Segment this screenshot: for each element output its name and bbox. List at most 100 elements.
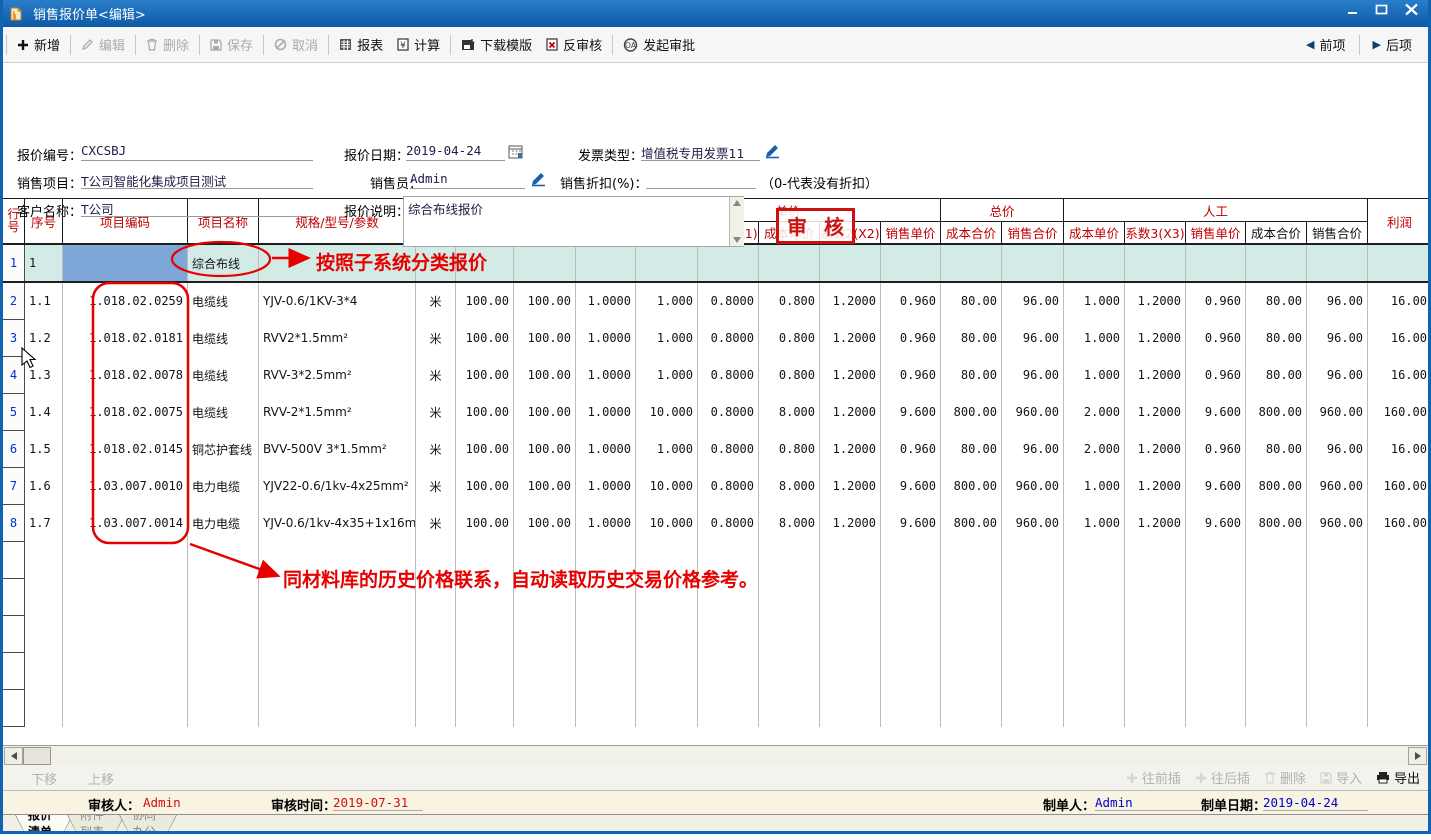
row-number-cell[interactable] [3, 579, 25, 616]
grid-cell[interactable]: 1.2000 [820, 394, 881, 431]
grid-cell[interactable] [456, 653, 514, 690]
grid-cell[interactable] [63, 579, 188, 616]
grid-cell[interactable]: 电力电缆 [188, 505, 259, 542]
scroll-right-button[interactable] [1408, 747, 1427, 765]
grid-cell[interactable]: 100.00 [456, 505, 514, 542]
close-button[interactable] [1404, 3, 1419, 16]
grid-cell[interactable] [416, 690, 456, 727]
grid-cell[interactable] [1368, 579, 1431, 616]
grid-cell[interactable]: RVV-3*2.5mm² [259, 357, 416, 394]
grid-cell[interactable]: 16.00 [1368, 320, 1431, 357]
grid-cell[interactable] [1002, 244, 1064, 282]
grid-cell[interactable] [1125, 579, 1186, 616]
grid-cell[interactable]: 1.2000 [1125, 394, 1186, 431]
grid-cell[interactable]: 0.8000 [698, 431, 759, 468]
grid-cell[interactable]: 1.000 [1064, 282, 1125, 320]
row-number-cell[interactable]: 6 [3, 431, 25, 468]
grid-cell[interactable]: 1.018.02.0145 [63, 431, 188, 468]
grid-cell[interactable] [1246, 690, 1307, 727]
tab-inactive[interactable]: 协同办公 [119, 815, 177, 832]
grid-cell[interactable]: 10.000 [636, 468, 698, 505]
grid-cell[interactable]: 800.00 [1246, 468, 1307, 505]
grid-cell[interactable] [25, 579, 63, 616]
grid-cell[interactable] [416, 653, 456, 690]
grid-cell[interactable] [1368, 690, 1431, 727]
salesman-field[interactable]: Admin [410, 171, 525, 189]
grid-cell[interactable] [1002, 690, 1064, 727]
grid-cell[interactable] [759, 579, 820, 616]
grid-cell[interactable]: 960.00 [1002, 505, 1064, 542]
grid-cell[interactable]: 0.800 [759, 357, 820, 394]
grid-cell[interactable] [881, 244, 941, 282]
grid-cell[interactable]: 1.018.02.0078 [63, 357, 188, 394]
grid-cell[interactable] [820, 244, 881, 282]
grid-cell[interactable]: 米 [416, 282, 456, 320]
grid-cell[interactable] [698, 579, 759, 616]
grid-cell[interactable]: 8.000 [759, 468, 820, 505]
grid-cell[interactable] [820, 542, 881, 579]
grid-cell[interactable] [1002, 616, 1064, 653]
grid-cell[interactable]: 9.600 [881, 468, 941, 505]
customer-field[interactable]: T公司 [81, 199, 313, 217]
grid-cell[interactable]: RVV-2*1.5mm² [259, 394, 416, 431]
grid-cell[interactable]: 100.00 [514, 357, 576, 394]
grid-cell[interactable]: 1.2000 [1125, 431, 1186, 468]
sales-project-field[interactable]: T公司智能化集成项目测试 [81, 171, 313, 189]
grid-cell[interactable] [456, 616, 514, 653]
grid-cell[interactable]: 1.2000 [820, 468, 881, 505]
grid-cell[interactable]: 96.00 [1307, 357, 1368, 394]
grid-cell[interactable] [1186, 653, 1246, 690]
grid-cell[interactable] [259, 542, 416, 579]
grid-cell[interactable]: 96.00 [1002, 320, 1064, 357]
grid-cell[interactable]: YJV-0.6/1KV-3*4 [259, 282, 416, 320]
grid-cell[interactable] [1064, 616, 1125, 653]
grid-cell[interactable]: 电力电缆 [188, 468, 259, 505]
grid-cell[interactable]: 800.00 [941, 394, 1002, 431]
grid-cell[interactable]: 80.00 [1246, 431, 1307, 468]
grid-cell[interactable]: YJV-0.6/1kv-4x35+1x16mm² [259, 505, 416, 542]
prev-item-button[interactable]: ◀前项 [1300, 35, 1351, 54]
grid-cell[interactable]: 100.00 [514, 431, 576, 468]
grid-cell[interactable]: 1.7 [25, 505, 63, 542]
tab-active[interactable]: 报价清单 [15, 815, 73, 832]
grid-cell[interactable] [259, 244, 416, 282]
grid-cell[interactable]: 800.00 [941, 505, 1002, 542]
grid-cell[interactable]: 100.00 [514, 468, 576, 505]
grid-cell[interactable] [759, 542, 820, 579]
grid-cell[interactable]: 800.00 [1246, 394, 1307, 431]
grid-cell[interactable] [1307, 542, 1368, 579]
grid-cell[interactable]: 1.000 [636, 357, 698, 394]
scrollbar-thumb[interactable] [23, 747, 51, 765]
grid-cell[interactable]: 80.00 [941, 431, 1002, 468]
grid-cell[interactable] [416, 579, 456, 616]
grid-cell[interactable] [25, 653, 63, 690]
grid-cell[interactable]: 0.8000 [698, 468, 759, 505]
grid-cell[interactable]: 0.8000 [698, 320, 759, 357]
grid-cell[interactable]: 电缆线 [188, 282, 259, 320]
grid-cell[interactable] [1307, 579, 1368, 616]
grid-cell[interactable]: 1.2000 [820, 282, 881, 320]
move-down-button[interactable]: 下移 [31, 769, 57, 788]
grid-cell[interactable] [1246, 244, 1307, 282]
grid-cell[interactable] [259, 616, 416, 653]
grid-cell[interactable] [1307, 244, 1368, 282]
grid-cell[interactable] [636, 690, 698, 727]
grid-cell[interactable]: 米 [416, 431, 456, 468]
grid-cell[interactable]: 1.2000 [1125, 282, 1186, 320]
next-item-button[interactable]: ▶后项 [1367, 35, 1418, 54]
row-number-cell[interactable] [3, 690, 25, 727]
grid-cell[interactable]: 0.960 [1186, 320, 1246, 357]
row-number-cell[interactable] [3, 616, 25, 653]
grid-cell[interactable]: 100.00 [514, 320, 576, 357]
grid-cell[interactable] [820, 690, 881, 727]
grid-cell[interactable]: 1.1 [25, 282, 63, 320]
row-number-cell[interactable]: 7 [3, 468, 25, 505]
grid-cell[interactable]: 100.00 [456, 282, 514, 320]
grid-cell[interactable] [881, 542, 941, 579]
row-number-cell[interactable]: 8 [3, 505, 25, 542]
grid-cell[interactable]: 800.00 [941, 468, 1002, 505]
grid-cell[interactable] [941, 244, 1002, 282]
grid-cell[interactable] [1125, 542, 1186, 579]
grid-cell[interactable]: 8.000 [759, 394, 820, 431]
grid-cell[interactable]: 1.000 [636, 431, 698, 468]
